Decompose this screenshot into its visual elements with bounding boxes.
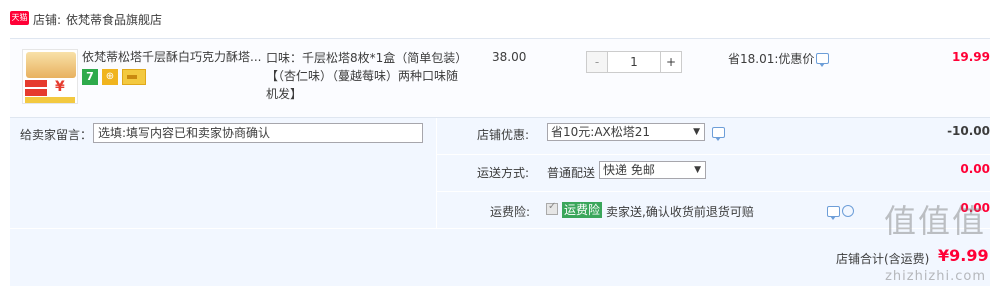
thumb-cake-image	[26, 52, 76, 78]
watermark-logo: 值值值	[883, 202, 986, 240]
insurance-checkbox[interactable]	[546, 201, 558, 215]
shop-discount-label: 店铺优惠:	[477, 128, 530, 142]
seller-memo-input[interactable]: 选填:填写内容已和卖家协商确认	[93, 123, 423, 143]
seven-day-return-icon[interactable]: 7	[82, 69, 98, 85]
quantity-decrease-button[interactable]: -	[586, 51, 608, 73]
thumb-red-strip	[25, 80, 47, 87]
unit-price: 38.00	[492, 50, 527, 64]
promo-text: 省18.01:优惠价	[728, 52, 815, 66]
shipping-amount: 0.00	[960, 162, 990, 176]
shop-name-link[interactable]: 依梵蒂食品旗舰店	[66, 11, 162, 28]
shipping-select[interactable]: 快递 免邮 ▼	[599, 161, 706, 179]
shipping-method: 普通配送	[547, 166, 596, 180]
memo-label: 给卖家留言：	[20, 128, 93, 142]
discount-info-icon[interactable]	[712, 127, 725, 141]
divider	[436, 191, 990, 192]
shop-header: 天猫 店铺: 依梵蒂食品旗舰店	[0, 0, 990, 38]
thumb-price-mark: ¥	[55, 79, 65, 95]
quantity-input[interactable]: 1	[608, 51, 660, 73]
tmall-badge: 天猫	[10, 11, 29, 25]
watermark-url: zhizhizhi.com	[885, 269, 986, 284]
shipping-select-value: 快递 免邮	[603, 163, 655, 177]
product-title-link[interactable]: 依梵蒂松塔千层酥白巧克力酥塔...	[82, 49, 268, 66]
thumb-red-strip	[25, 89, 47, 96]
shop-discount-value: 省10元:AX松塔21	[551, 125, 651, 139]
shop-discount-select[interactable]: 省10元:AX松塔21 ▼	[547, 123, 705, 141]
promo-info-icon[interactable]	[816, 53, 829, 67]
insurance-tag: 运费险	[562, 202, 603, 218]
product-spec: 口味：千层松塔8枚*1盒（简单包装）【（杏仁味）（蔓越莓味）两种口味随机发】	[266, 51, 462, 101]
cart-item-row: ¥ 依梵蒂松塔千层酥白巧克力酥塔... 7 ⊕ 口味：千层松塔8枚*1盒（简单包…	[10, 38, 990, 118]
shop-label: 店铺:	[33, 13, 62, 27]
dropdown-arrow-icon: ▼	[693, 127, 700, 137]
insurance-label: 运费险:	[490, 205, 531, 219]
item-subtotal: 19.99	[952, 50, 990, 64]
quantity-increase-button[interactable]: +	[660, 51, 682, 73]
divider	[436, 118, 437, 228]
thumb-yellow-bar	[25, 97, 75, 103]
watermark: 值值值 zhizhizhi.com	[836, 196, 986, 286]
insurance-text: 卖家送,确认收货前退货可赔	[606, 205, 754, 219]
divider	[436, 154, 990, 155]
dropdown-arrow-icon: ▼	[694, 165, 701, 175]
shop-total-label: 店铺合计(含运费)	[836, 252, 930, 266]
shop-discount-amount: -10.00	[947, 124, 990, 138]
product-thumbnail[interactable]: ¥	[22, 49, 78, 104]
quantity-stepper: - 1 +	[586, 51, 682, 73]
guarantee-icon[interactable]: ⊕	[102, 69, 118, 85]
credit-card-icon[interactable]	[122, 69, 146, 85]
shop-total-value: ¥9.99	[938, 246, 989, 265]
shipping-label: 运送方式:	[477, 166, 530, 180]
